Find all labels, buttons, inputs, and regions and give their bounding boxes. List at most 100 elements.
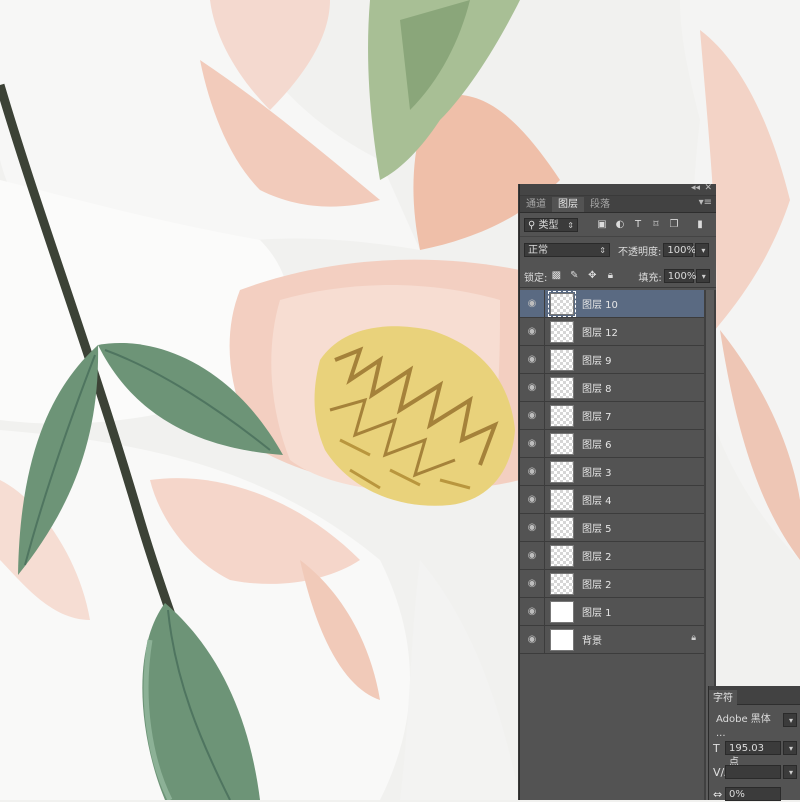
eye-icon[interactable]: ◉ xyxy=(526,550,538,562)
lock-position-icon[interactable]: ✥ xyxy=(586,270,598,282)
font-size-chevron[interactable]: ▾ xyxy=(783,741,797,755)
layer-row[interactable]: ◉ 图层 6 xyxy=(520,430,704,458)
panel-menu-icon[interactable]: ▾≡ xyxy=(699,197,712,208)
tab-character[interactable]: 字符 xyxy=(709,690,737,708)
filter-toggle-icon[interactable]: ▮ xyxy=(694,219,706,231)
eye-icon[interactable]: ◉ xyxy=(526,326,538,338)
layer-name: 图层 5 xyxy=(582,524,612,535)
layer-name: 图层 6 xyxy=(582,440,612,451)
fill-input[interactable]: 100% xyxy=(663,269,696,283)
layer-thumbnail[interactable] xyxy=(550,348,574,371)
smart-object-filter-icon[interactable]: ❐ xyxy=(668,219,680,231)
lock-transparent-icon[interactable]: ▩ xyxy=(550,270,562,282)
search-icon: ⚲ xyxy=(528,220,536,231)
layer-name: 图层 8 xyxy=(582,384,612,395)
layer-row[interactable]: ◉ 图层 12 xyxy=(520,318,704,346)
divider xyxy=(544,626,545,653)
layer-row[interactable]: ◉ 图层 10 xyxy=(520,290,704,318)
divider xyxy=(544,542,545,569)
chevron-down-icon: ▾ xyxy=(788,716,793,725)
layer-thumbnail[interactable] xyxy=(550,516,574,539)
layer-thumbnail[interactable] xyxy=(550,628,574,651)
opacity-input[interactable]: 100% xyxy=(663,243,696,257)
eye-icon[interactable]: ◉ xyxy=(526,578,538,590)
tracking-input[interactable]: 0% xyxy=(725,787,781,801)
panel-titlebar: ◂◂ ✕ xyxy=(520,183,716,196)
eye-icon[interactable]: ◉ xyxy=(526,522,538,534)
layer-name: 图层 2 xyxy=(582,580,612,591)
layer-thumbnail[interactable] xyxy=(550,544,574,567)
layer-row[interactable]: ◉ 图层 8 xyxy=(520,374,704,402)
character-panel: 字符 Adobe 黑体 ... ▾ T 195.03 点 ▾ V/A ▾ ⇔ 0… xyxy=(708,686,800,801)
layer-name: 图层 4 xyxy=(582,496,612,507)
layer-thumbnail[interactable] xyxy=(550,600,574,623)
image-filter-icon[interactable]: ▣ xyxy=(596,219,608,231)
font-family-chevron[interactable]: ▾ xyxy=(783,713,797,727)
layer-row[interactable]: ◉ 图层 4 xyxy=(520,486,704,514)
layer-thumbnail[interactable] xyxy=(550,572,574,595)
layer-row[interactable]: ◉ 背景 🔒︎ xyxy=(520,626,704,654)
layer-name: 图层 3 xyxy=(582,468,612,479)
adjustment-filter-icon[interactable]: ◐ xyxy=(614,219,626,231)
lock-all-icon[interactable]: 🔒︎ xyxy=(604,270,616,282)
panel-tabs: 通道 图层 段落 ▾≡ xyxy=(520,196,716,213)
lock-image-icon[interactable]: ✎ xyxy=(568,270,580,282)
shape-filter-icon[interactable]: ⌑ xyxy=(650,219,662,231)
tab-layers[interactable]: 图层 xyxy=(552,197,584,212)
lock-label: 锁定: xyxy=(524,272,548,284)
divider xyxy=(544,430,545,457)
layer-name: 图层 7 xyxy=(582,412,612,423)
eye-icon[interactable]: ◉ xyxy=(526,354,538,366)
layers-panel: ◂◂ ✕ 通道 图层 段落 ▾≡ ⚲ 类型 ⇕ ▣ ◐ T ⌑ ❐ ▮ 正常 ⇕… xyxy=(519,183,716,800)
layer-row[interactable]: ◉ 图层 5 xyxy=(520,514,704,542)
chevron-updown-icon: ⇕ xyxy=(567,221,574,230)
layer-row[interactable]: ◉ 图层 1 xyxy=(520,598,704,626)
type-filter-icon[interactable]: T xyxy=(632,219,644,231)
eye-icon[interactable]: ◉ xyxy=(526,382,538,394)
close-icon[interactable]: ✕ xyxy=(704,183,712,193)
divider xyxy=(544,570,545,597)
kerning-chevron[interactable]: ▾ xyxy=(783,765,797,779)
divider xyxy=(544,318,545,345)
eye-icon[interactable]: ◉ xyxy=(526,606,538,618)
layer-name: 图层 2 xyxy=(582,552,612,563)
layer-row[interactable]: ◉ 图层 2 xyxy=(520,542,704,570)
font-family-dropdown[interactable]: Adobe 黑体 ... xyxy=(713,713,782,739)
layer-row[interactable]: ◉ 图层 3 xyxy=(520,458,704,486)
layer-thumbnail[interactable] xyxy=(550,460,574,483)
layer-name: 图层 10 xyxy=(582,300,618,311)
eye-icon[interactable]: ◉ xyxy=(526,298,538,310)
character-panel-tabs: 字符 xyxy=(709,686,800,708)
layer-thumbnail[interactable] xyxy=(550,376,574,399)
tracking-icon: ⇔ xyxy=(713,787,723,801)
collapse-icon[interactable]: ◂◂ xyxy=(691,183,700,193)
divider xyxy=(544,598,545,625)
kerning-input[interactable] xyxy=(725,765,781,779)
fill-label: 填充: xyxy=(638,272,662,284)
eye-icon[interactable]: ◉ xyxy=(526,438,538,450)
eye-icon[interactable]: ◉ xyxy=(526,466,538,478)
tab-channels[interactable]: 通道 xyxy=(520,197,552,212)
fill-slider-button[interactable]: ▾ xyxy=(695,269,710,283)
layer-thumbnail[interactable] xyxy=(550,320,574,343)
eye-icon[interactable]: ◉ xyxy=(526,410,538,422)
layer-row[interactable]: ◉ 图层 7 xyxy=(520,402,704,430)
layer-thumbnail[interactable] xyxy=(550,404,574,427)
eye-icon[interactable]: ◉ xyxy=(526,494,538,506)
layer-thumbnail[interactable] xyxy=(550,488,574,511)
tab-paragraph[interactable]: 段落 xyxy=(584,197,616,212)
filter-kind-dropdown[interactable]: ⚲ 类型 ⇕ xyxy=(524,218,578,232)
blend-mode-dropdown[interactable]: 正常 ⇕ xyxy=(524,243,610,257)
opacity-slider-button[interactable]: ▾ xyxy=(695,243,710,257)
divider xyxy=(544,346,545,373)
layer-thumbnail[interactable] xyxy=(550,432,574,455)
layer-row[interactable]: ◉ 图层 2 xyxy=(520,570,704,598)
font-size-input[interactable]: 195.03 点 xyxy=(725,741,781,768)
divider xyxy=(544,374,545,401)
font-size-row: T 195.03 点 ▾ xyxy=(713,740,797,768)
divider xyxy=(544,486,545,513)
layer-thumbnail[interactable] xyxy=(548,290,576,317)
font-size-icon: T xyxy=(713,741,720,755)
eye-icon[interactable]: ◉ xyxy=(526,634,538,646)
layer-row[interactable]: ◉ 图层 9 xyxy=(520,346,704,374)
